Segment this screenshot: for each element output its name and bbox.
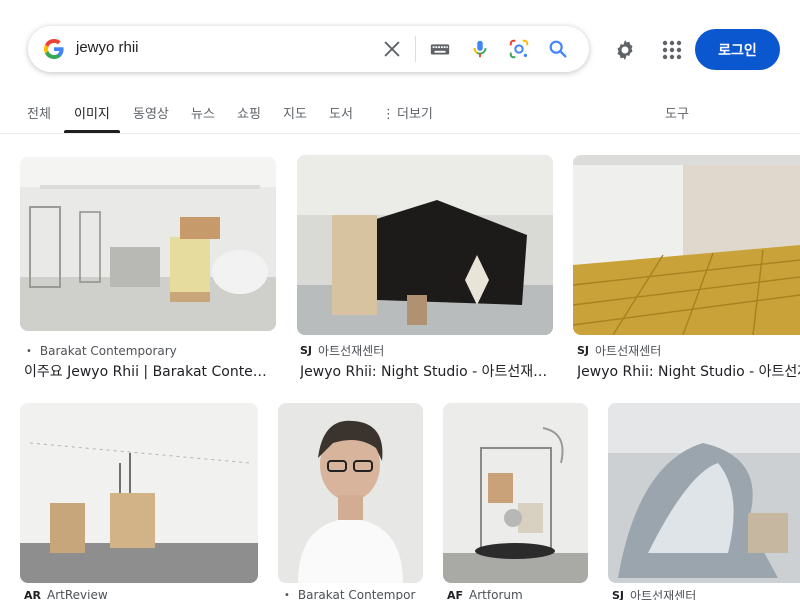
tab-maps[interactable]: 지도 [283,103,307,122]
result-source: AR ArtReview [24,590,258,600]
search-box[interactable]: jewyo rhii [28,26,589,72]
tab-news[interactable]: 뉴스 [191,103,215,122]
microphone-icon[interactable] [468,37,492,61]
search-icon[interactable] [546,37,570,61]
tab-all[interactable]: 전체 [27,103,51,122]
tab-shopping[interactable]: 쇼핑 [237,103,261,122]
source-logo-icon: AR [24,590,41,600]
tab-images[interactable]: 이미지 [74,103,110,122]
result-thumbnail[interactable] [608,403,800,583]
active-tab-indicator [64,130,120,133]
source-name: Barakat Contempor [297,590,416,600]
tab-more-label: 더보기 [397,107,433,122]
google-logo-icon [42,37,66,61]
more-vertical-icon: ⋮ [382,107,395,122]
source-name: 아트선재센터 [595,343,662,358]
search-divider [415,36,416,62]
result-thumbnail[interactable] [278,403,423,583]
source-logo-icon: AF [447,590,464,600]
login-button[interactable]: 로그인 [695,29,780,70]
header: jewyo rhii 로그인 [0,0,800,96]
close-icon[interactable] [380,37,404,61]
result-thumbnail[interactable] [443,403,588,583]
result-source: • Barakat Contemporary [26,343,276,359]
result-source: SJ 아트선재센터 [612,590,800,600]
result-source: SJ 아트선재센터 [577,342,800,358]
gear-icon[interactable] [613,38,637,62]
source-name: Barakat Contemporary [39,344,177,358]
result-title[interactable]: 이주요 Jewyo Rhii | Barakat Contemporary [24,361,268,381]
source-name: ArtReview [46,590,108,600]
source-name: 아트선재센터 [318,343,385,358]
result-source: AF Artforum [447,590,588,600]
source-name: 아트선재센터 [630,590,697,600]
result-thumbnail[interactable] [20,157,276,331]
source-logo-icon: SJ [612,590,625,600]
tab-books[interactable]: 도서 [329,103,353,122]
source-name: Artforum [469,590,523,600]
result-thumbnail[interactable] [297,155,553,335]
apps-grid-icon[interactable] [660,38,684,62]
tab-more[interactable]: ⋮ 더보기 [382,103,433,122]
source-logo-icon: SJ [577,343,590,357]
result-thumbnail[interactable] [573,155,800,335]
tab-tools[interactable]: 도구 [665,103,689,122]
search-tabs: 전체 이미지 동영상 뉴스 쇼핑 지도 도서 ⋮ 더보기 도구 [0,96,800,134]
google-lens-icon[interactable] [507,37,531,61]
result-title[interactable]: Jewyo Rhii: Night Studio - 아트선재센터 [300,361,553,381]
source-dot-icon: • [284,590,290,600]
result-thumbnail[interactable] [20,403,258,583]
source-logo-icon: SJ [300,343,313,357]
tab-videos[interactable]: 동영상 [133,103,169,122]
result-title[interactable]: Jewyo Rhii: Night Studio - 아트선재센터 [577,361,800,381]
result-source: SJ 아트선재센터 [300,342,550,358]
source-dot-icon: • [26,345,32,357]
keyboard-icon[interactable] [428,37,452,61]
search-input[interactable]: jewyo rhii [76,39,139,56]
result-source: • Barakat Contempor [284,590,423,600]
